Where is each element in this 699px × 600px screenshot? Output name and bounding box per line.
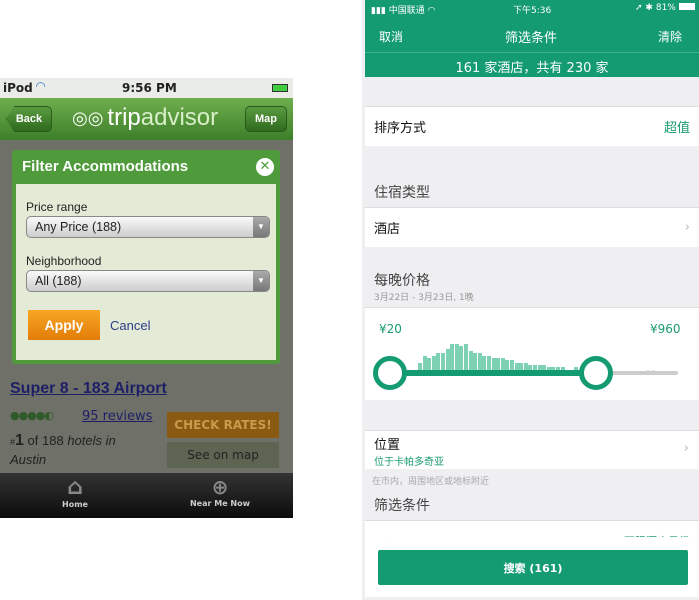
filter-screen: ▮▮▮ 中国联通 ◠ 下午5:36 ➚ ✱ 81% 取消 筛选条件 清除 161… — [362, 0, 699, 600]
price-max: ¥960 — [650, 322, 681, 336]
dialog-title: Filter Accommodations — [22, 158, 189, 175]
tripadvisor-screen: iPod ◠ 9:56 PM Back ◎◎ tripadvisor Map Fi… — [0, 78, 293, 518]
tab-home[interactable]: ⌂ Home — [40, 475, 110, 509]
hotel-rank: #1 of 188 hotels in Austin — [10, 432, 116, 468]
app-header: Back ◎◎ tripadvisor Map — [0, 98, 293, 140]
sort-label: 排序方式 — [374, 121, 427, 136]
rank-number: 1 — [15, 432, 24, 449]
reviews-link[interactable]: 95 reviews — [82, 409, 152, 424]
apply-button[interactable]: Apply — [28, 310, 100, 340]
location-icon: ➚ — [635, 3, 643, 13]
tripadvisor-logo: ◎◎ tripadvisor — [72, 104, 219, 131]
chevron-down-icon: ▼ — [253, 217, 269, 237]
rating-bubbles-icon: ●●●●◐ — [10, 409, 54, 422]
carrier: 中国联通 — [388, 6, 425, 16]
tab-home-label: Home — [62, 500, 88, 509]
tab-bar: ⌂ Home ⊕ Near Me Now — [0, 473, 293, 518]
hotel-name-link[interactable]: Super 8 - 183 Airport — [10, 380, 167, 398]
price-range-label: Price range — [26, 200, 88, 214]
lodging-type-value: 酒店 — [374, 222, 401, 237]
cancel-button[interactable]: 取消 — [379, 28, 403, 45]
status-carrier: ▮▮▮ 中国联通 ◠ — [371, 6, 436, 16]
clear-button[interactable]: 清除 — [658, 28, 682, 45]
slider-min-handle[interactable] — [373, 356, 407, 390]
search-button[interactable]: 搜索 (161) — [378, 550, 688, 585]
cancel-link[interactable]: Cancel — [110, 318, 150, 333]
price-range-value: Any Price (188) — [35, 220, 122, 234]
neighborhood-label: Neighborhood — [26, 254, 102, 268]
battery-percent: 81% — [655, 3, 676, 13]
battery-icon — [272, 84, 288, 92]
price-dates: 3月22日 - 3月23日, 1晚 — [374, 293, 474, 303]
map-button[interactable]: Map — [245, 106, 287, 132]
slider-max-handle[interactable] — [578, 356, 613, 390]
bottom-bar: 搜索 (161) — [365, 537, 699, 597]
price-slider-card: ¥20 ¥960 — [365, 307, 699, 400]
histogram-bar — [468, 351, 473, 372]
slider-selected-range — [385, 370, 596, 376]
chevron-right-icon: › — [683, 441, 689, 456]
sort-value: 超值 — [663, 121, 690, 136]
chevron-down-icon: ▼ — [253, 271, 269, 291]
filter-header: 筛选条件 — [374, 498, 430, 514]
bluetooth-icon: ✱ — [645, 3, 653, 13]
tab-near-label: Near Me Now — [189, 499, 250, 508]
location-note: 在市内，周围地区或地标附近 — [372, 477, 490, 487]
dialog-body: Price range Any Price (188) ▼ Neighborhoo… — [16, 184, 276, 360]
sort-row[interactable]: 排序方式 超值 — [365, 106, 699, 146]
check-rates-button[interactable]: CHECK RATES! — [167, 412, 279, 438]
price-range-select[interactable]: Any Price (188) ▼ — [26, 216, 270, 238]
result-count: 161 家酒店，共有 230 家 — [365, 52, 699, 76]
back-button[interactable]: Back — [6, 106, 52, 132]
lodging-type-row[interactable]: 酒店 › — [365, 207, 699, 247]
status-bar: iPod ◠ 9:56 PM — [0, 78, 293, 98]
rank-suffix: hotels in — [67, 433, 116, 448]
wifi-icon: ◠ — [36, 79, 46, 93]
city: Austin — [10, 452, 47, 467]
histogram-bar — [450, 344, 455, 372]
home-icon: ⌂ — [67, 475, 83, 500]
histogram-bar — [459, 346, 464, 372]
histogram-bar — [464, 344, 468, 372]
see-on-map-button[interactable]: See on map — [167, 442, 279, 468]
location-row[interactable]: 位置 位于卡帕多奇亚 › — [365, 430, 699, 469]
neighborhood-select[interactable]: All (188) ▼ — [26, 270, 270, 292]
status-time: 下午5:36 — [513, 6, 552, 16]
tab-near-me[interactable]: ⊕ Near Me Now — [180, 475, 260, 508]
wifi-icon: ◠ — [427, 6, 436, 16]
header: ▮▮▮ 中国联通 ◠ 下午5:36 ➚ ✱ 81% 取消 筛选条件 清除 161… — [365, 0, 699, 77]
filter-dialog: Filter Accommodations ✕ Price range Any … — [12, 150, 280, 364]
chevron-right-icon: › — [684, 220, 690, 235]
histogram-bar — [445, 348, 450, 372]
location-label: 位置 — [374, 438, 401, 453]
price-header: 每晚价格 — [374, 273, 430, 289]
rank-text: of 188 — [27, 433, 64, 448]
battery-icon — [678, 3, 695, 10]
location-value: 位于卡帕多奇亚 — [374, 457, 444, 468]
status-right: ➚ ✱ 81% — [635, 3, 695, 13]
price-min: ¥20 — [379, 322, 402, 336]
nav-title: 筛选条件 — [505, 31, 558, 46]
lodging-type-header: 住宿类型 — [374, 185, 430, 201]
device-name: iPod — [3, 81, 33, 95]
close-icon[interactable]: ✕ — [256, 158, 274, 176]
neighborhood-value: All (188) — [35, 274, 82, 288]
status-time: 9:56 PM — [122, 81, 177, 95]
crosshair-icon: ⊕ — [211, 475, 229, 499]
histogram-bar — [454, 344, 459, 372]
price-histogram — [418, 342, 676, 372]
